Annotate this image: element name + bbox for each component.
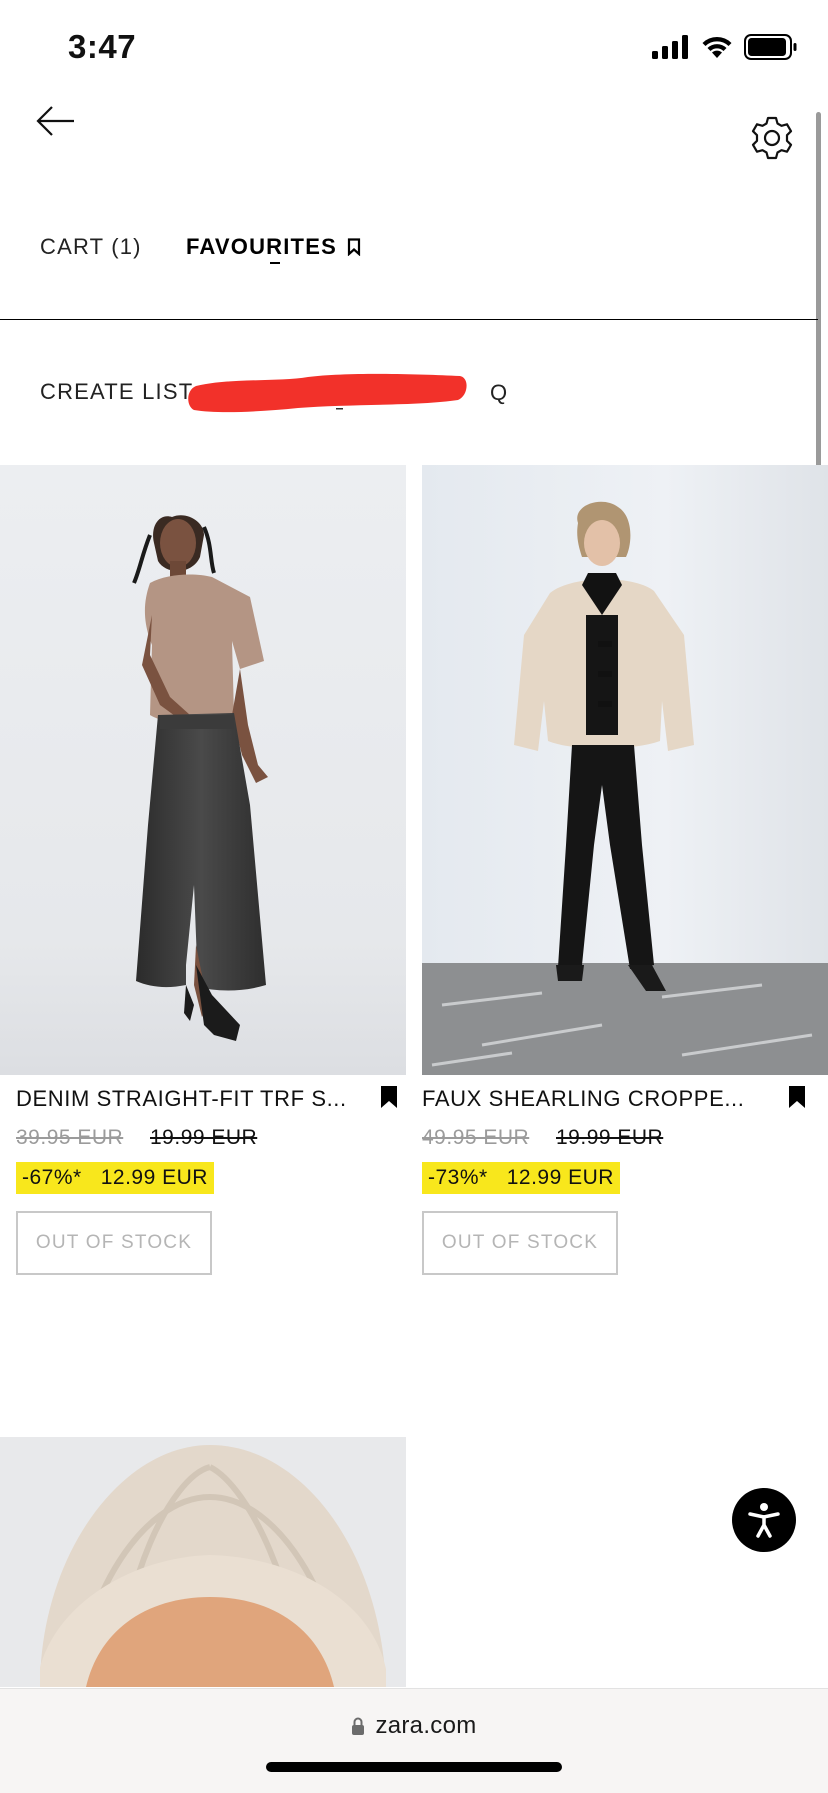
- settings-button[interactable]: [748, 114, 796, 162]
- bookmark-icon: [347, 238, 361, 256]
- product-name[interactable]: FAUX SHEARLING CROPPE...: [422, 1086, 744, 1112]
- status-time: 3:47: [68, 28, 137, 65]
- save-favourite-button[interactable]: [788, 1086, 806, 1113]
- accessibility-icon: [748, 1503, 780, 1538]
- tab-favourites-label: FAVOURITES: [186, 234, 337, 259]
- product-previous-price: 19.99 EUR: [556, 1126, 664, 1149]
- tab-favourites[interactable]: FAVOURITES: [186, 234, 361, 260]
- gear-icon: [751, 116, 793, 160]
- product-original-price: 39.95 EUR: [16, 1126, 124, 1149]
- browser-bottom-bar: [0, 1688, 828, 1793]
- sale-price: 12.99 EUR: [100, 1166, 208, 1189]
- product-original-price: 49.95 EUR: [422, 1126, 530, 1149]
- product-name[interactable]: DENIM STRAIGHT-FIT TRF S...: [16, 1086, 347, 1112]
- bookmark-icon: [381, 1086, 397, 1108]
- back-arrow-icon: [36, 106, 74, 136]
- back-button[interactable]: [30, 96, 80, 146]
- out-of-stock-button[interactable]: OUT OF STOCK: [422, 1211, 618, 1275]
- status-icons: [652, 34, 798, 60]
- product-image-shearling-jacket[interactable]: [422, 465, 828, 1075]
- sale-price: 12.99 EUR: [506, 1166, 614, 1189]
- wifi-icon: [702, 36, 732, 58]
- list-trailing-text: Q: [490, 380, 508, 405]
- home-indicator: [266, 1762, 562, 1772]
- bookmark-icon: [789, 1086, 805, 1108]
- save-favourite-button[interactable]: [380, 1086, 398, 1113]
- address-bar[interactable]: zara.com: [0, 1712, 828, 1740]
- discount-percent: -73%*: [428, 1166, 488, 1189]
- product-image-knit-beanie[interactable]: [0, 1437, 406, 1687]
- signal-icon: [652, 35, 688, 59]
- product-image-denim-skirt[interactable]: [0, 465, 406, 1075]
- tab-active-indicator: [270, 262, 280, 264]
- product-previous-price: 19.99 EUR: [150, 1126, 258, 1149]
- accessibility-button[interactable]: [732, 1488, 796, 1552]
- url-text: zara.com: [375, 1712, 477, 1739]
- sale-price-tag: -73%* 12.99 EUR: [422, 1162, 620, 1194]
- tab-cart[interactable]: CART (1): [40, 234, 142, 260]
- out-of-stock-button[interactable]: OUT OF STOCK: [16, 1211, 212, 1275]
- lock-icon: [352, 1717, 365, 1735]
- tabs-divider: [0, 319, 818, 320]
- create-list-button[interactable]: CREATE LIST: [40, 379, 193, 405]
- redaction-mark: [188, 368, 470, 418]
- discount-percent: -67%*: [22, 1166, 82, 1189]
- sale-price-tag: -67%* 12.99 EUR: [16, 1162, 214, 1194]
- battery-icon: [744, 34, 797, 60]
